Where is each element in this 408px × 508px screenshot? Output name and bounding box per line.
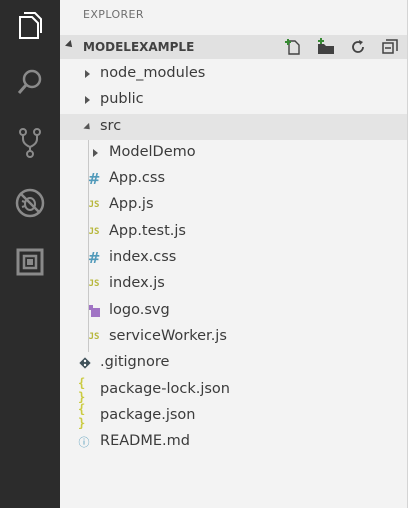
refresh-icon[interactable]: [347, 37, 369, 57]
tree-item-label: public: [100, 91, 144, 108]
json-file-icon: { }: [78, 375, 86, 404]
chevron-right-icon: [85, 70, 90, 78]
tree-item-src[interactable]: src: [60, 113, 407, 140]
chevron-right-icon: [93, 148, 98, 157]
files-icon[interactable]: [0, 0, 60, 50]
section-header-modelexample[interactable]: MODELEXAMPLE: [60, 35, 407, 59]
collapse-all-icon[interactable]: [379, 37, 401, 57]
tree-item-index-css[interactable]: # index.css: [60, 245, 407, 271]
css-file-icon: #: [87, 170, 101, 189]
js-file-icon: JS: [88, 331, 100, 342]
info-icon: ⓘ: [78, 436, 90, 450]
tree-item-label: package-lock.json: [100, 380, 230, 397]
tree-item-modeldemo[interactable]: ModelDemo: [60, 140, 407, 166]
tree-item-label: node_modules: [100, 65, 206, 81]
tree-item-readme-md[interactable]: ⓘ README.md: [60, 429, 407, 455]
chevron-down-icon: [83, 122, 93, 132]
debug-icon[interactable]: [0, 178, 60, 228]
section-title: MODELEXAMPLE: [83, 40, 195, 54]
tree-item-label: README.md: [100, 433, 190, 450]
tree-item-label: serviceWorker.js: [109, 327, 227, 344]
js-file-icon: JS: [88, 226, 100, 237]
tree-item-label: App.js: [109, 196, 154, 213]
tree-item-package-lock-json[interactable]: { } package-lock.json: [60, 375, 407, 404]
git-file-icon: [78, 355, 92, 371]
indent-guide: [88, 140, 89, 352]
js-file-icon: JS: [88, 200, 100, 211]
chevron-right-icon: [85, 96, 90, 105]
tree-item-serviceworker-js[interactable]: JS serviceWorker.js: [60, 324, 407, 350]
tree-item-app-css[interactable]: # App.css: [60, 166, 407, 192]
search-icon[interactable]: [0, 57, 60, 107]
tree-item-label: logo.svg: [109, 301, 170, 318]
tree-item-label: index.css: [109, 249, 177, 266]
tree-item-public[interactable]: public: [60, 87, 407, 113]
chevron-down-icon: [65, 40, 75, 50]
tree-item-label: ModelDemo: [109, 143, 196, 160]
tree-item-label: src: [100, 117, 122, 134]
tree-item-logo-svg[interactable]: logo.svg: [60, 298, 407, 324]
tree-item-package-json[interactable]: { } package.json: [60, 401, 407, 430]
tree-item-gitignore[interactable]: .gitignore: [60, 350, 407, 376]
extensions-icon[interactable]: [0, 237, 60, 287]
tree-item-label: package.json: [100, 406, 196, 423]
new-file-icon[interactable]: [283, 37, 305, 57]
activity-bar: [0, 0, 60, 508]
tree-item-label: App.test.js: [109, 222, 186, 239]
tree-item-label: .gitignore: [100, 354, 170, 371]
file-tree: node_modules public src ModelDemo # App.…: [60, 61, 407, 455]
tree-item-index-js[interactable]: JS index.js: [60, 271, 407, 297]
header-actions: [283, 37, 401, 57]
css-file-icon: #: [87, 249, 101, 268]
tree-item-label: index.js: [109, 275, 165, 292]
tree-item-label: App.css: [109, 170, 166, 187]
tree-item-node-modules[interactable]: node_modules: [60, 61, 407, 87]
explorer-sidebar: EXPLORER MODELEXAMPLE node_modules publi…: [60, 0, 408, 508]
js-file-icon: JS: [88, 279, 100, 290]
source-control-icon[interactable]: [0, 118, 60, 168]
tree-item-app-test-js[interactable]: JS App.test.js: [60, 219, 407, 245]
tree-item-app-js[interactable]: JS App.js: [60, 192, 407, 218]
json-file-icon: { }: [78, 401, 86, 430]
svg-file-icon: [87, 303, 101, 319]
new-folder-icon[interactable]: [315, 37, 337, 57]
explorer-title: EXPLORER: [83, 8, 144, 21]
